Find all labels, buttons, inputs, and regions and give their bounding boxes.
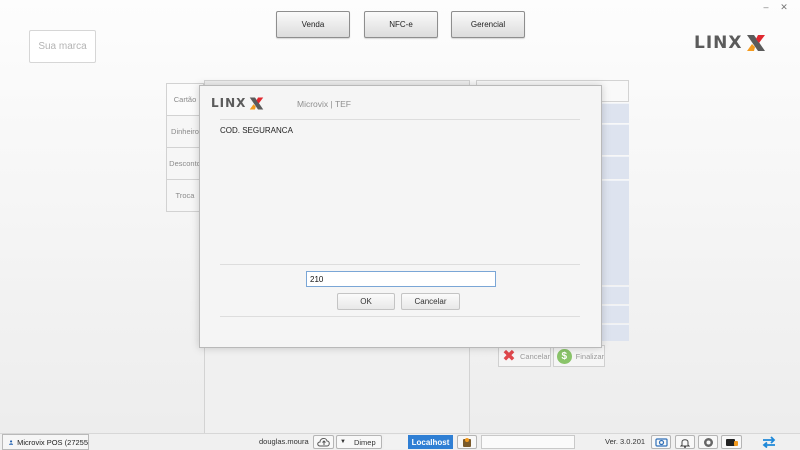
dialog-prompt: COD. SEGURANCA [220,126,293,135]
server-badge[interactable]: Localhost [408,435,453,449]
security-code-input[interactable] [306,271,496,287]
summary-row [600,324,629,341]
module-button[interactable] [457,435,477,449]
dialog-divider [220,316,580,317]
linx-x-icon [250,97,264,109]
cloud-sync-button[interactable] [313,435,334,449]
dollar-icon: $ [557,348,572,364]
linx-x-icon [746,35,765,51]
finalize-label: Finalizar [575,351,604,361]
sync-button[interactable] [760,435,778,449]
cash-register-icon [725,439,738,446]
cancel-sale-button[interactable]: ✖ Cancelar [498,345,551,367]
dialog-linx-logo: LINX [211,95,265,111]
summary-row [600,286,629,304]
username: douglas.moura [259,437,309,446]
screenshot-button[interactable] [651,435,671,449]
cancel-button[interactable]: Cancelar [401,293,460,310]
lifebuoy-icon [703,437,713,447]
summary-row [600,180,629,285]
ok-button[interactable]: OK [337,293,395,310]
gerencial-button[interactable]: Gerencial [451,11,525,38]
summary-row [600,156,629,179]
summary-row [600,305,629,323]
close-button[interactable]: ✕ [778,2,790,12]
app-info[interactable]: Microvix POS (27255 [2,434,89,450]
plugin-icon [463,437,471,447]
cloud-icon [316,438,330,447]
dialog-divider [220,264,580,265]
nfce-button[interactable]: NFC-e [364,11,438,38]
status-bar: Microvix POS (27255 douglas.moura ▼ Dime… [0,433,800,450]
server-spacer [384,435,408,449]
finalize-button[interactable]: $ Finalizar [553,345,605,367]
venda-button[interactable]: Venda [276,11,350,38]
brand-logo-placeholder: Sua marca [29,30,96,63]
status-message-field [481,435,575,449]
linx-logo-text: LINX [694,33,743,53]
cash-drawer-button[interactable] [721,435,742,449]
summary-row [600,103,629,123]
summary-row [600,124,629,155]
cancel-x-icon: ✖ [502,348,516,365]
bell-icon [680,438,690,448]
chevron-down-icon: ▼ [340,439,346,445]
dialog-linx-logo-text: LINX [211,96,247,110]
camera-icon [654,438,668,447]
printer-label: Dimep [353,437,376,447]
notifications-button[interactable] [675,435,695,449]
minimize-button[interactable]: – [760,2,772,12]
dialog-divider [220,119,580,120]
app-name: Microvix POS (27255 [17,437,88,447]
tef-dialog: LINX Microvix | TEF COD. SEGURANCA OK Ca… [199,85,602,348]
swap-arrows-icon [762,436,776,448]
cancel-sale-label: Cancelar [519,351,550,361]
dialog-title: Microvix | TEF [297,99,351,109]
version-label: Ver. 3.0.201 [605,437,646,446]
linx-logo: LINX [694,33,767,53]
user-icon [9,439,14,445]
printer-select[interactable]: ▼ Dimep [336,435,382,449]
help-button[interactable] [698,435,718,449]
